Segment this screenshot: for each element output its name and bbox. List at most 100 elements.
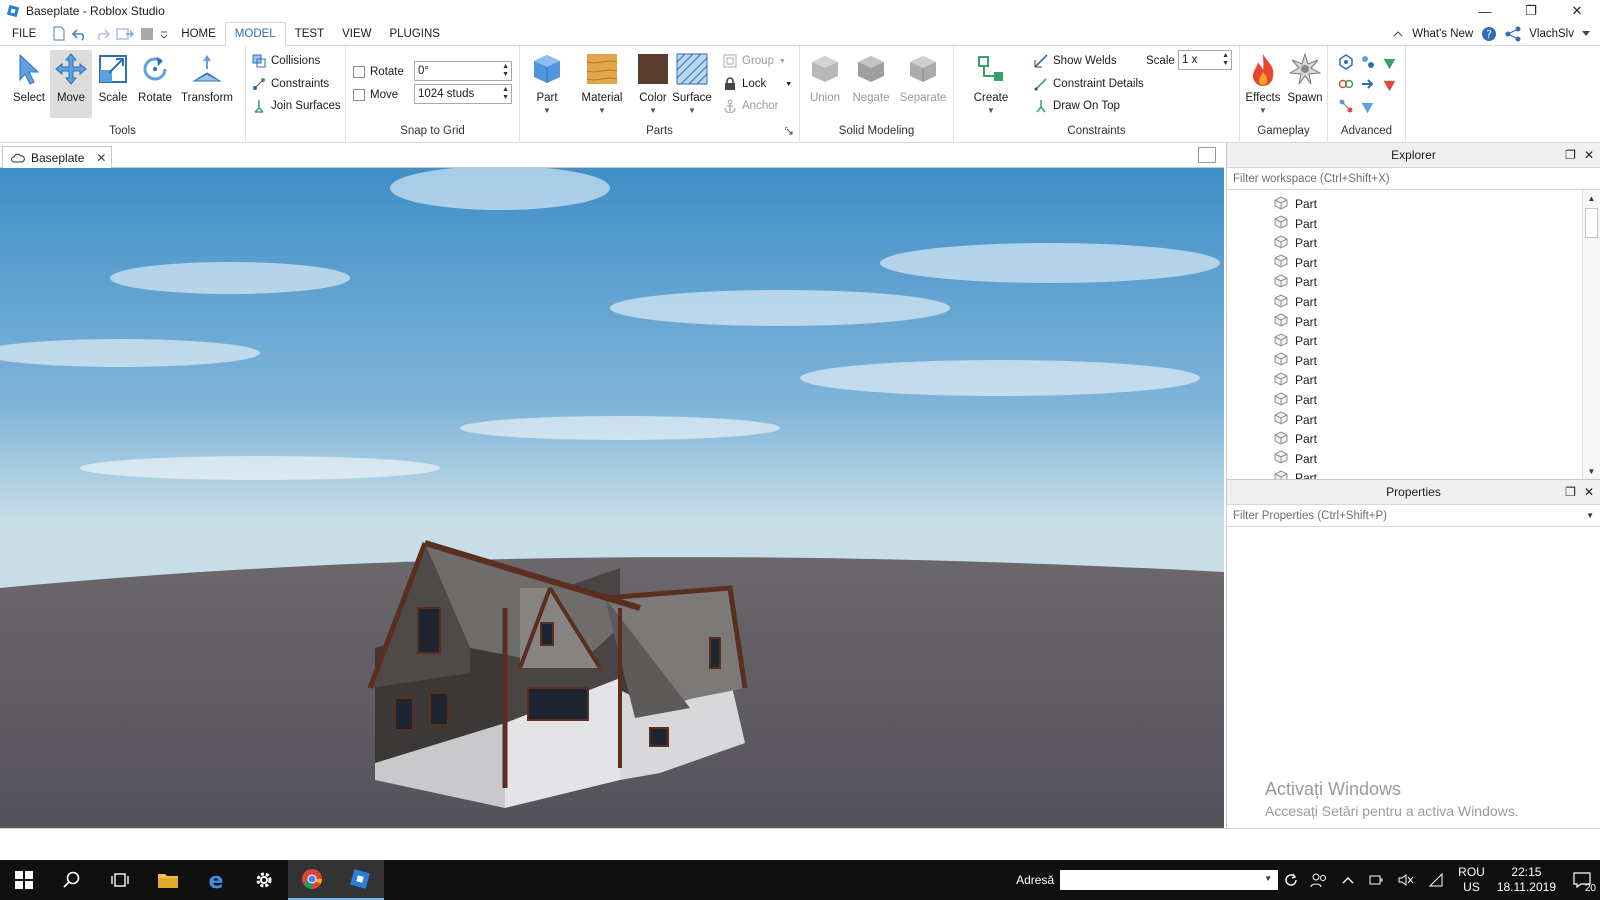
explorer-item-part[interactable]: Part — [1273, 351, 1317, 371]
undo-icon[interactable] — [72, 27, 88, 41]
tab-home[interactable]: HOME — [172, 22, 225, 45]
advanced-run-green-icon[interactable] — [1382, 54, 1398, 70]
help-icon[interactable]: ? — [1481, 26, 1497, 42]
effects-dropdown-icon[interactable]: ▼ — [1259, 106, 1267, 115]
edge-taskbar-button[interactable]: e — [192, 860, 240, 900]
scale-tool-button[interactable]: Scale — [92, 50, 134, 118]
move-snap-spinner[interactable]: ▲ ▼ — [502, 86, 509, 102]
move-snap-checkbox[interactable]: Move — [353, 85, 398, 105]
constraint-scale-spinner[interactable]: ▲ ▼ — [1222, 52, 1229, 68]
color-button[interactable]: Color ▼ — [632, 50, 674, 118]
task-view-button[interactable] — [96, 860, 144, 900]
group-dropdown-icon[interactable]: ▼ — [779, 58, 786, 65]
file-explorer-taskbar-button[interactable] — [144, 860, 192, 900]
effects-button[interactable]: Effects ▼ — [1242, 50, 1284, 118]
user-dropdown-icon[interactable] — [1582, 30, 1590, 37]
3d-viewport[interactable] — [0, 168, 1224, 828]
chrome-taskbar-button[interactable] — [288, 860, 336, 900]
advanced-run-red-icon[interactable] — [1382, 76, 1398, 92]
part-dropdown-icon[interactable]: ▼ — [543, 106, 551, 115]
group-button[interactable]: Group ▼ — [723, 51, 786, 71]
address-refresh-icon[interactable] — [1284, 873, 1298, 887]
restore-layout-icon[interactable] — [1198, 147, 1216, 163]
explorer-scrollbar[interactable]: ▲ ▼ — [1582, 190, 1600, 479]
document-tab-baseplate[interactable]: Baseplate ✕ — [2, 146, 112, 168]
viewport-scene[interactable] — [0, 168, 1224, 828]
show-hidden-icons-chevron-icon[interactable] — [1342, 876, 1354, 884]
publish-icon[interactable] — [116, 27, 135, 41]
tab-model[interactable]: MODEL — [224, 22, 286, 46]
material-dropdown-icon[interactable]: ▼ — [598, 106, 606, 115]
close-button[interactable]: ✕ — [1554, 0, 1600, 22]
spawn-button[interactable]: Spawn — [1284, 50, 1326, 118]
properties-filter-input[interactable]: Filter Properties (Ctrl+Shift+P) ▼ — [1227, 505, 1600, 527]
explorer-item-part[interactable]: Part — [1273, 214, 1317, 234]
advanced-blue-run-icon[interactable] — [1360, 98, 1376, 114]
constraint-scale-input[interactable]: 1 x ▲ ▼ — [1178, 50, 1232, 70]
transform-tool-button[interactable]: Transform — [181, 50, 233, 118]
customize-qat-icon[interactable] — [160, 28, 168, 40]
scroll-thumb[interactable] — [1585, 208, 1598, 238]
rotate-snap-input[interactable]: 0° ▲ ▼ — [414, 61, 512, 81]
explorer-item-part[interactable]: Part — [1273, 370, 1317, 390]
explorer-item-part[interactable]: Part — [1273, 410, 1317, 430]
whats-new-link[interactable]: What's New — [1412, 28, 1473, 40]
explorer-item-part[interactable]: Part — [1273, 194, 1317, 214]
action-center-button[interactable]: 20 — [1564, 860, 1600, 900]
show-welds-toggle[interactable]: Show Welds — [1034, 51, 1117, 71]
advanced-nodes-icon[interactable] — [1338, 98, 1354, 114]
create-dropdown-icon[interactable]: ▼ — [987, 106, 995, 115]
taskbar-clock[interactable]: 22:15 18.11.2019 — [1497, 865, 1556, 895]
explorer-item-part[interactable]: Part — [1273, 429, 1317, 449]
explorer-item-part[interactable]: Part — [1273, 312, 1317, 332]
union-button[interactable]: Union — [804, 50, 846, 118]
advanced-model-icon[interactable] — [1338, 76, 1354, 92]
redo-icon[interactable] — [94, 27, 111, 41]
people-icon[interactable] — [1310, 872, 1328, 888]
explorer-filter-input[interactable]: Filter workspace (Ctrl+Shift+X) — [1227, 168, 1600, 190]
surface-button[interactable]: Surface ▼ — [670, 50, 714, 118]
tab-plugins[interactable]: PLUGINS — [380, 22, 449, 45]
explorer-item-part[interactable]: Part — [1273, 292, 1317, 312]
negate-button[interactable]: Negate — [850, 50, 892, 118]
lock-button[interactable]: Lock ▼ — [723, 74, 792, 94]
settings-taskbar-button[interactable] — [240, 860, 288, 900]
move-snap-check[interactable] — [353, 89, 365, 101]
power-icon[interactable] — [1368, 873, 1384, 887]
explorer-close-icon[interactable]: ✕ — [1584, 148, 1594, 162]
create-constraint-button[interactable]: Create ▼ — [970, 50, 1012, 118]
rotate-tool-button[interactable]: Rotate — [134, 50, 176, 118]
color-dropdown-icon[interactable]: ▼ — [649, 106, 657, 115]
select-tool-button[interactable]: Select — [8, 50, 50, 118]
collapse-ribbon-icon[interactable] — [1392, 29, 1404, 39]
explorer-item-part[interactable]: Part — [1273, 468, 1317, 479]
surface-dropdown-icon[interactable]: ▼ — [688, 106, 696, 115]
volume-muted-icon[interactable] — [1398, 873, 1414, 887]
move-snap-input[interactable]: 1024 studs ▲ ▼ — [414, 84, 512, 104]
new-file-icon[interactable] — [52, 26, 66, 41]
address-dropdown-icon[interactable]: ▼ — [1264, 874, 1272, 883]
tab-view[interactable]: VIEW — [333, 22, 380, 45]
properties-close-icon[interactable]: ✕ — [1584, 485, 1594, 499]
minimize-button[interactable]: — — [1462, 0, 1508, 22]
explorer-item-part[interactable]: Part — [1273, 253, 1317, 273]
draw-on-top-toggle[interactable]: Draw On Top — [1034, 96, 1120, 116]
share-icon[interactable] — [1505, 26, 1521, 42]
close-document-tab-button[interactable]: ✕ — [96, 151, 106, 165]
advanced-script-icon[interactable] — [1360, 54, 1376, 70]
properties-float-icon[interactable]: ❐ — [1565, 485, 1576, 499]
rotate-snap-checkbox[interactable]: Rotate — [353, 62, 404, 82]
lock-dropdown-icon[interactable]: ▼ — [785, 81, 792, 88]
properties-filter-dropdown-icon[interactable]: ▼ — [1586, 511, 1594, 520]
material-button[interactable]: Material ▼ — [578, 50, 626, 118]
tab-file[interactable]: FILE — [0, 22, 48, 45]
scroll-up-arrow-icon[interactable]: ▲ — [1583, 190, 1600, 206]
explorer-item-part[interactable]: Part — [1273, 449, 1317, 469]
move-tool-button[interactable]: Move — [50, 50, 92, 118]
address-toolbar-input[interactable]: ▼ — [1060, 870, 1279, 890]
explorer-item-part[interactable]: Part — [1273, 331, 1317, 351]
explorer-item-part[interactable]: Part — [1273, 233, 1317, 253]
wifi-icon[interactable] — [1428, 873, 1444, 887]
scroll-down-arrow-icon[interactable]: ▼ — [1583, 463, 1600, 479]
explorer-float-icon[interactable]: ❐ — [1565, 148, 1576, 162]
